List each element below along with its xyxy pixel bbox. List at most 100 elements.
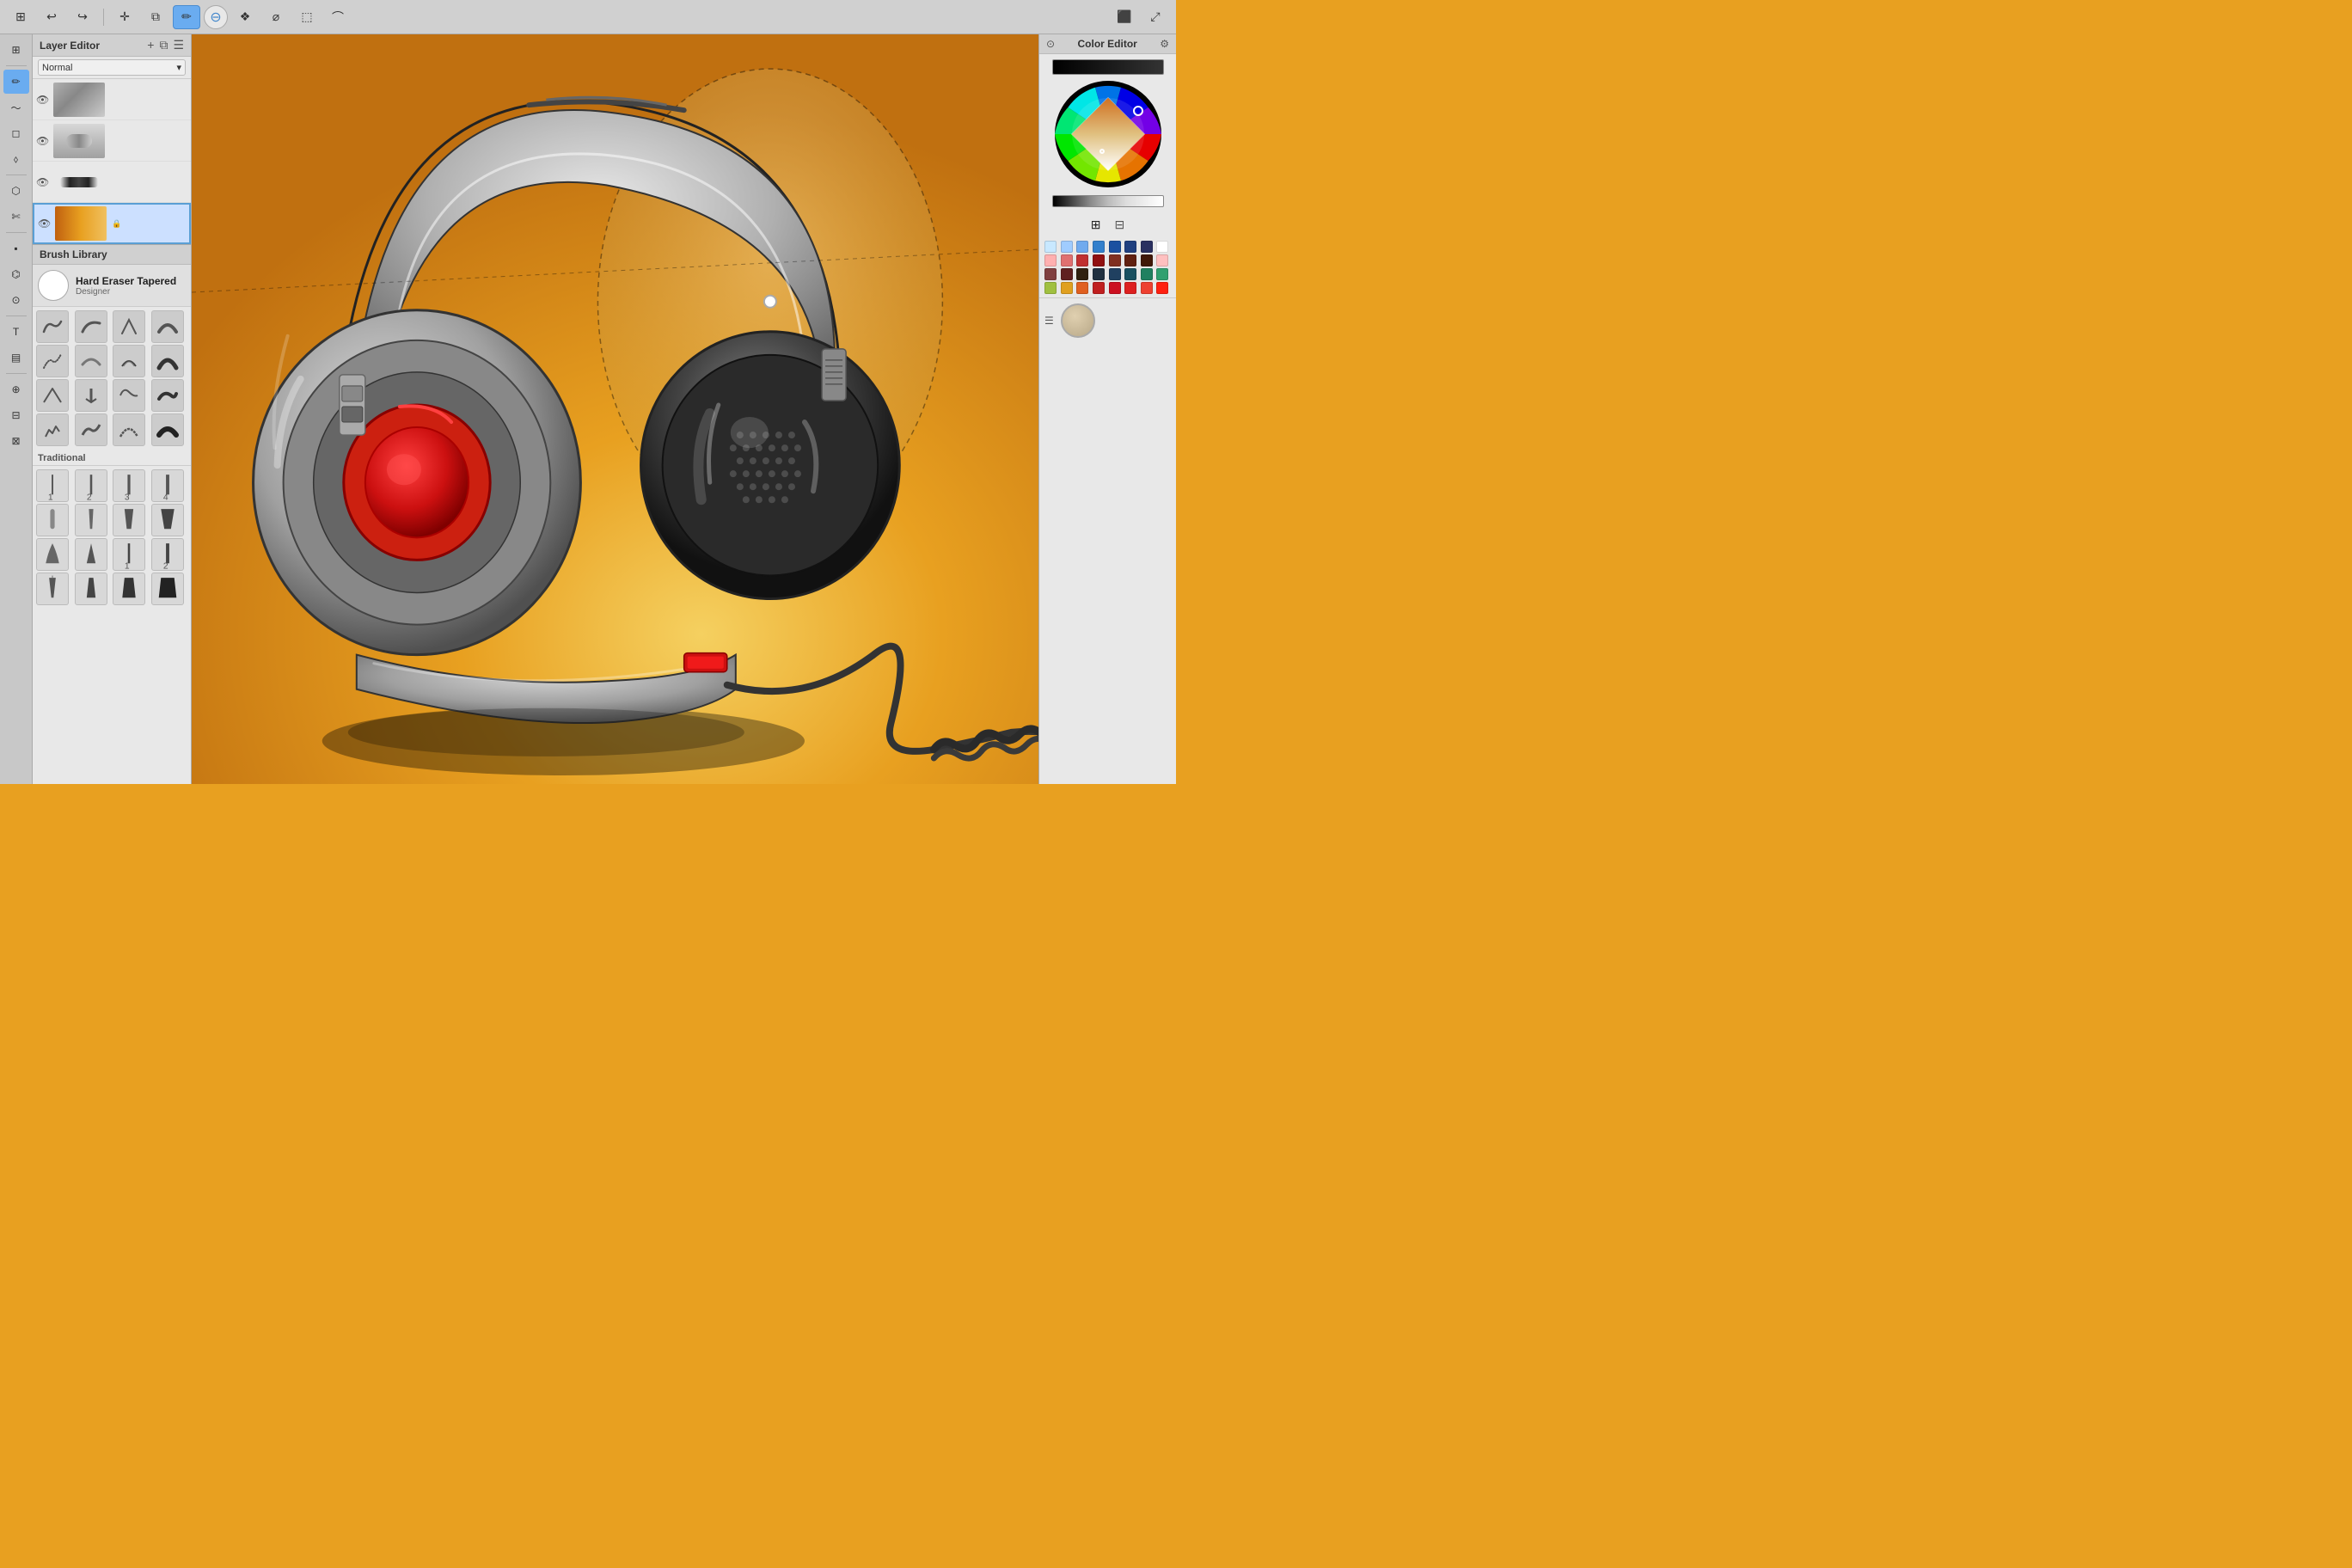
color-grayscale-bar[interactable] bbox=[1052, 195, 1164, 207]
tool-grid[interactable]: ⊞ bbox=[3, 38, 29, 62]
color-tab-swatches[interactable]: ⊟ bbox=[1112, 216, 1129, 234]
redo-button[interactable]: ↪ bbox=[69, 5, 96, 29]
trad-brush-7[interactable] bbox=[113, 504, 145, 536]
tool-crop[interactable]: ✄ bbox=[3, 205, 29, 229]
color-black-bar[interactable] bbox=[1052, 59, 1164, 75]
brush-thumb-6[interactable] bbox=[75, 345, 107, 377]
trad-brush-2[interactable]: 2 bbox=[75, 469, 107, 502]
swatch-1[interactable] bbox=[1061, 241, 1073, 253]
trad-brush-16[interactable] bbox=[151, 573, 184, 605]
tool-type[interactable]: T bbox=[3, 320, 29, 344]
color-menu-icon[interactable]: ☰ bbox=[1044, 315, 1054, 327]
tool-select[interactable]: ▤ bbox=[3, 346, 29, 370]
swatch-2[interactable] bbox=[1076, 241, 1088, 253]
swatch-27[interactable] bbox=[1093, 282, 1105, 294]
swatch-7[interactable] bbox=[1156, 241, 1168, 253]
swatch-16[interactable] bbox=[1044, 268, 1057, 280]
trad-brush-15[interactable] bbox=[113, 573, 145, 605]
symmetry-button[interactable]: ❖ bbox=[231, 5, 259, 29]
blend-mode-select[interactable]: Normal ▾ bbox=[38, 59, 186, 76]
brush-thumb-1[interactable] bbox=[36, 310, 69, 343]
swatch-26[interactable] bbox=[1076, 282, 1088, 294]
brush-thumb-8[interactable] bbox=[151, 345, 184, 377]
maximize-button[interactable]: ⬛ bbox=[1111, 5, 1138, 29]
swatch-18[interactable] bbox=[1076, 268, 1088, 280]
tool-clone[interactable]: ⊙ bbox=[3, 288, 29, 312]
swatch-30[interactable] bbox=[1141, 282, 1153, 294]
brush-thumb-5[interactable] bbox=[36, 345, 69, 377]
lasso-button[interactable]: ⌀ bbox=[262, 5, 290, 29]
trad-brush-10[interactable] bbox=[75, 538, 107, 571]
brush-thumb-2[interactable] bbox=[75, 310, 107, 343]
trad-brush-9[interactable] bbox=[36, 538, 69, 571]
brush-thumb-14[interactable] bbox=[75, 413, 107, 446]
swatch-15[interactable] bbox=[1156, 254, 1168, 266]
trad-brush-12[interactable]: 2 bbox=[151, 538, 184, 571]
brush-thumb-10[interactable] bbox=[75, 379, 107, 412]
swatch-0[interactable] bbox=[1044, 241, 1057, 253]
layer-menu-button[interactable]: ☰ bbox=[173, 38, 184, 52]
current-color[interactable] bbox=[1061, 303, 1095, 338]
swatch-17[interactable] bbox=[1061, 268, 1073, 280]
tool-shape[interactable]: ⬡ bbox=[3, 179, 29, 203]
swatch-29[interactable] bbox=[1124, 282, 1136, 294]
swatch-4[interactable] bbox=[1109, 241, 1121, 253]
add-layer-button[interactable]: + bbox=[147, 38, 154, 52]
brush-thumb-15[interactable] bbox=[113, 413, 145, 446]
expand-button[interactable]: ⤢ bbox=[1142, 5, 1169, 29]
swatch-19[interactable] bbox=[1093, 268, 1105, 280]
swatch-8[interactable] bbox=[1044, 254, 1057, 266]
layer-item-4[interactable]: 👁 🔒 bbox=[33, 203, 191, 244]
layer-item-1[interactable]: 👁 bbox=[33, 79, 191, 120]
layer-item-3[interactable]: 👁 bbox=[33, 162, 191, 203]
swatch-20[interactable] bbox=[1109, 268, 1121, 280]
swatch-21[interactable] bbox=[1124, 268, 1136, 280]
brush-thumb-7[interactable] bbox=[113, 345, 145, 377]
swatch-11[interactable] bbox=[1093, 254, 1105, 266]
move-button[interactable]: ✛ bbox=[111, 5, 138, 29]
trad-brush-14[interactable] bbox=[75, 573, 107, 605]
eraser-button[interactable]: ⊖ bbox=[204, 5, 228, 29]
trad-brush-8[interactable] bbox=[151, 504, 184, 536]
tool-adjust[interactable]: ⊕ bbox=[3, 377, 29, 401]
swatch-9[interactable] bbox=[1061, 254, 1073, 266]
color-eyedropper-icon[interactable]: ⊙ bbox=[1046, 38, 1055, 50]
swatch-10[interactable] bbox=[1076, 254, 1088, 266]
tool-brush[interactable]: ✏ bbox=[3, 70, 29, 94]
trad-brush-4[interactable]: 4 bbox=[151, 469, 184, 502]
color-tab-adjust[interactable]: ⊞ bbox=[1087, 216, 1105, 234]
brush-thumb-11[interactable] bbox=[113, 379, 145, 412]
swatch-5[interactable] bbox=[1124, 241, 1136, 253]
layer-eye-1[interactable]: 👁 bbox=[36, 94, 50, 106]
swatch-6[interactable] bbox=[1141, 241, 1153, 253]
swatch-25[interactable] bbox=[1061, 282, 1073, 294]
trad-brush-1[interactable]: 1 bbox=[36, 469, 69, 502]
clone-layer-button[interactable]: ⧉ bbox=[159, 38, 168, 52]
brush-thumb-4[interactable] bbox=[151, 310, 184, 343]
trad-brush-5[interactable] bbox=[36, 504, 69, 536]
pencil-button[interactable]: ✏ bbox=[173, 5, 200, 29]
swatch-31[interactable] bbox=[1156, 282, 1168, 294]
tool-ruler[interactable]: ⊟ bbox=[3, 403, 29, 427]
tool-guide[interactable]: ⊠ bbox=[3, 429, 29, 453]
trad-brush-3[interactable]: 3 bbox=[113, 469, 145, 502]
swatch-24[interactable] bbox=[1044, 282, 1057, 294]
tool-eraser[interactable]: ◻ bbox=[3, 121, 29, 145]
trad-brush-13[interactable] bbox=[36, 573, 69, 605]
layer-eye-4[interactable]: 👁 bbox=[38, 217, 52, 230]
tool-paint[interactable]: ▪ bbox=[3, 236, 29, 260]
layer-item-2[interactable]: 👁 bbox=[33, 120, 191, 162]
brush-thumb-9[interactable] bbox=[36, 379, 69, 412]
tool-blend[interactable]: ⌬ bbox=[3, 262, 29, 286]
curve-button[interactable]: ⌒ bbox=[324, 5, 352, 29]
undo-button[interactable]: ↩ bbox=[38, 5, 65, 29]
layer-eye-3[interactable]: 👁 bbox=[36, 176, 50, 188]
trad-brush-11[interactable]: 1 bbox=[113, 538, 145, 571]
brush-thumb-16[interactable] bbox=[151, 413, 184, 446]
layer-eye-2[interactable]: 👁 bbox=[36, 135, 50, 147]
tool-smudge[interactable]: 〜 bbox=[3, 95, 29, 119]
swatch-22[interactable] bbox=[1141, 268, 1153, 280]
brush-thumb-3[interactable] bbox=[113, 310, 145, 343]
tool-fill[interactable]: ⬨ bbox=[3, 147, 29, 171]
transform-button[interactable]: ⧉ bbox=[142, 5, 169, 29]
